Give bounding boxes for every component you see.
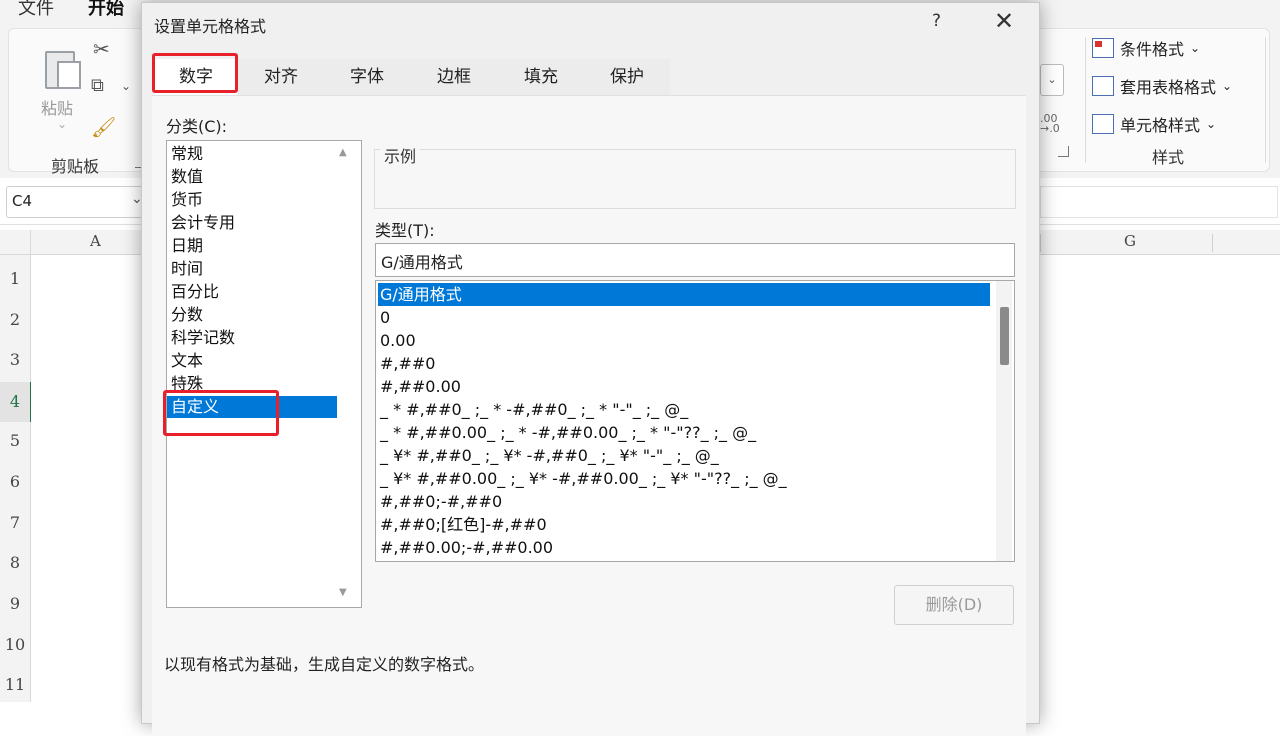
name-box[interactable]: C4 ⌄ bbox=[6, 186, 144, 218]
tab-number[interactable]: 数字 bbox=[154, 59, 238, 95]
styles-group-label: 样式 bbox=[1152, 148, 1185, 167]
format-item[interactable]: #,##0.00;-#,##0.00 bbox=[378, 536, 990, 559]
category-text[interactable]: 文本 bbox=[171, 350, 203, 372]
row-number[interactable]: 9 bbox=[0, 594, 30, 613]
tab-border[interactable]: 边框 bbox=[410, 59, 498, 95]
category-special[interactable]: 特殊 bbox=[171, 373, 203, 395]
conditional-format-button[interactable]: 条件格式 ⌄ bbox=[1092, 36, 1200, 60]
format-item[interactable]: 0.00 bbox=[378, 329, 990, 352]
column-a[interactable]: A bbox=[90, 232, 101, 250]
paste-button[interactable]: 粘贴 bbox=[41, 95, 73, 119]
table-format-icon bbox=[1092, 76, 1114, 96]
format-item[interactable]: G/通用格式 bbox=[378, 283, 990, 306]
tab-font[interactable]: 字体 bbox=[324, 59, 410, 95]
row-number[interactable]: 10 bbox=[0, 635, 30, 654]
category-currency[interactable]: 货币 bbox=[171, 189, 203, 211]
row-number[interactable]: 1 bbox=[0, 269, 30, 288]
sample-box bbox=[374, 149, 1016, 209]
format-item[interactable]: _ * #,##0_ ;_ * -#,##0_ ;_ * "-"_ ;_ @_ bbox=[378, 398, 990, 421]
row-number[interactable]: 7 bbox=[0, 513, 30, 532]
row-number[interactable]: 11 bbox=[0, 675, 30, 694]
formula-input[interactable] bbox=[1040, 186, 1278, 218]
tab-protection[interactable]: 保护 bbox=[584, 59, 670, 95]
ribbon-separator bbox=[1265, 37, 1266, 163]
number-format-dropdown[interactable]: ⌄ bbox=[1040, 64, 1064, 96]
category-accounting[interactable]: 会计专用 bbox=[171, 212, 235, 234]
row-number-active[interactable]: 4 bbox=[0, 382, 32, 422]
sample-label: 示例 bbox=[380, 143, 421, 167]
table-format-button[interactable]: 套用表格格式 ⌄ bbox=[1092, 74, 1232, 98]
menu-file[interactable]: 文件 bbox=[18, 0, 54, 20]
category-time[interactable]: 时间 bbox=[171, 258, 203, 280]
format-item[interactable]: _ * #,##0.00_ ;_ * -#,##0.00_ ;_ * "-"??… bbox=[378, 421, 990, 444]
conditional-format-icon bbox=[1092, 38, 1114, 58]
menu-home[interactable]: 开始 bbox=[88, 0, 124, 20]
row-number[interactable]: 6 bbox=[0, 472, 30, 491]
format-item[interactable]: #,##0.00 bbox=[378, 375, 990, 398]
category-label: 分类(C): bbox=[166, 117, 228, 136]
column-g[interactable]: G bbox=[1124, 232, 1136, 250]
type-label: 类型(T): bbox=[375, 221, 435, 240]
tab-strip: 数字 对齐 字体 边框 填充 保护 bbox=[152, 59, 672, 95]
scroll-up-icon[interactable]: ▲ bbox=[339, 147, 347, 158]
cut-icon[interactable]: ✂ bbox=[93, 37, 110, 61]
copy-icon[interactable]: ⧉ bbox=[91, 75, 104, 96]
format-item[interactable]: _ ¥* #,##0.00_ ;_ ¥* -#,##0.00_ ;_ ¥* "-… bbox=[378, 467, 990, 490]
scroll-down-icon[interactable]: ▼ bbox=[339, 587, 347, 598]
select-all-corner[interactable] bbox=[0, 230, 31, 254]
paste-icon[interactable] bbox=[43, 47, 81, 89]
format-cells-dialog: 设置单元格格式 ? ✕ 数字 对齐 字体 边框 填充 保护 分类(C): 常规 … bbox=[141, 2, 1040, 736]
row-number[interactable]: 3 bbox=[0, 350, 30, 369]
format-list-scrollbar[interactable] bbox=[996, 281, 1012, 561]
cell-style-button[interactable]: 单元格样式 ⌄ bbox=[1092, 112, 1216, 136]
format-item[interactable]: #,##0 bbox=[378, 352, 990, 375]
row-number[interactable]: 8 bbox=[0, 553, 30, 572]
row-number[interactable]: 5 bbox=[0, 431, 30, 450]
format-list[interactable]: G/通用格式 0 0.00 #,##0 #,##0.00 _ * #,##0_ … bbox=[375, 280, 1015, 562]
category-fraction[interactable]: 分数 bbox=[171, 304, 203, 326]
format-painter-icon[interactable]: 🖌 bbox=[91, 115, 116, 139]
category-custom[interactable]: 自定义 bbox=[167, 396, 337, 418]
ribbon-separator bbox=[1085, 37, 1086, 163]
category-number[interactable]: 数值 bbox=[171, 166, 203, 188]
help-icon[interactable]: ? bbox=[932, 11, 941, 31]
format-item[interactable]: 0 bbox=[378, 306, 990, 329]
row-number[interactable]: 2 bbox=[0, 310, 30, 329]
close-icon[interactable]: ✕ bbox=[994, 7, 1014, 35]
category-percentage[interactable]: 百分比 bbox=[171, 281, 219, 303]
category-scientific[interactable]: 科学记数 bbox=[171, 327, 235, 349]
tab-alignment[interactable]: 对齐 bbox=[238, 59, 324, 95]
paste-dropdown-icon[interactable]: ⌄ bbox=[57, 117, 67, 131]
clipboard-group-label: 剪贴板 bbox=[51, 157, 100, 176]
dialog-title: 设置单元格格式 bbox=[154, 17, 267, 36]
delete-button[interactable]: 删除(D) bbox=[894, 585, 1014, 625]
category-list[interactable]: 常规 数值 货币 会计专用 日期 时间 百分比 分数 科学记数 文本 特殊 自定… bbox=[166, 140, 362, 608]
format-description: 以现有格式为基础，生成自定义的数字格式。 bbox=[164, 655, 485, 674]
format-item[interactable]: #,##0;-#,##0 bbox=[378, 490, 990, 513]
type-input[interactable]: G/通用格式 bbox=[375, 243, 1015, 277]
format-item[interactable]: #,##0;[红色]-#,##0 bbox=[378, 513, 990, 536]
cell-style-icon bbox=[1092, 114, 1114, 134]
row-header: 1 2 3 4 5 6 7 8 9 10 11 bbox=[0, 255, 32, 702]
category-date[interactable]: 日期 bbox=[171, 235, 203, 257]
format-item[interactable]: _ ¥* #,##0_ ;_ ¥* -#,##0_ ;_ ¥* "-"_ ;_ … bbox=[378, 444, 990, 467]
number-launcher-icon[interactable] bbox=[1058, 146, 1069, 157]
decimal-icon[interactable]: .00 →.0 bbox=[1040, 113, 1060, 134]
copy-dropdown-icon[interactable]: ⌄ bbox=[121, 79, 131, 93]
scrollbar-thumb[interactable] bbox=[1000, 307, 1009, 365]
category-general[interactable]: 常规 bbox=[171, 143, 203, 165]
tab-fill[interactable]: 填充 bbox=[498, 59, 584, 95]
